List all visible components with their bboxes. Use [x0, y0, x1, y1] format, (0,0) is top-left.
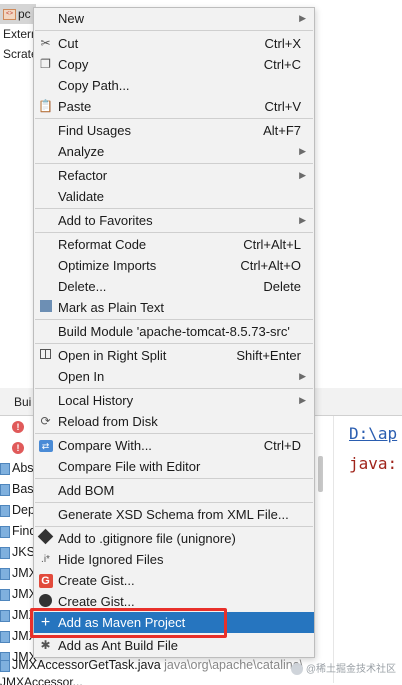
menu-separator	[35, 118, 313, 119]
menu-separator	[35, 388, 313, 389]
menu-separator	[35, 526, 313, 527]
menu-separator	[35, 232, 313, 233]
error-icon: !	[12, 441, 24, 454]
menu-separator	[35, 319, 313, 320]
java-class-icon	[0, 483, 10, 496]
menu-item-add-as-maven-project[interactable]: + Add as Maven Project	[34, 612, 314, 633]
menu-separator	[35, 208, 313, 209]
submenu-arrow-icon: ▶	[299, 170, 306, 180]
git-icon	[37, 528, 54, 546]
menu-item-new[interactable]: New ▶	[34, 8, 314, 29]
java-class-icon	[0, 567, 10, 580]
ant-icon: ✱	[40, 638, 51, 652]
menu-item-add-to-favorites[interactable]: Add to Favorites ▶	[34, 210, 314, 231]
menu-item-validate[interactable]: Validate	[34, 186, 314, 207]
menu-item-reformat-code[interactable]: Reformat Code Ctrl+Alt+L	[34, 234, 314, 255]
java-class-icon	[0, 659, 10, 672]
menu-item-open-in-right-split[interactable]: Open in Right Split Shift+Enter	[34, 345, 314, 366]
menu-separator	[35, 30, 313, 31]
build-tree: ! ! Abs Bas Dep Find JKS JMX JMX JMX JMX…	[0, 416, 37, 683]
list-item[interactable]: JMX	[0, 563, 37, 584]
list-item[interactable]: JKS	[0, 542, 35, 563]
menu-item-compare-file-with-editor[interactable]: Compare File with Editor	[34, 456, 314, 477]
plain-text-icon	[38, 300, 53, 315]
menu-separator	[35, 343, 313, 344]
java-class-icon	[0, 630, 10, 643]
list-item[interactable]: Bas	[0, 479, 34, 500]
submenu-arrow-icon: ▶	[299, 215, 306, 225]
menu-item-hide-ignored-files[interactable]: .i* Hide Ignored Files	[34, 549, 314, 570]
menu-item-delete[interactable]: Delete... Delete	[34, 276, 314, 297]
submenu-arrow-icon: ▶	[299, 395, 306, 405]
menu-item-mark-as-plain-text[interactable]: Mark as Plain Text	[34, 297, 314, 318]
split-icon	[38, 348, 53, 363]
context-menu: New ▶ ✂ Cut Ctrl+X ❐ Copy Ctrl+C Copy Path...…	[33, 7, 315, 658]
watermark-logo-icon	[290, 663, 303, 675]
menu-item-reload-from-disk[interactable]: ⟳ Reload from Disk	[34, 411, 314, 432]
list-item[interactable]: JMX	[0, 605, 37, 626]
paste-icon: 📋	[38, 99, 53, 113]
menu-item-open-in[interactable]: Open In ▶	[34, 366, 314, 387]
watermark: @稀土掘金技术社区	[290, 660, 396, 675]
error-icon: !	[12, 420, 24, 433]
menu-item-local-history[interactable]: Local History ▶	[34, 390, 314, 411]
console-error-text: java:	[349, 454, 398, 473]
menu-item-create-gist-gitlab[interactable]: G Create Gist...	[34, 570, 314, 591]
java-class-icon	[0, 588, 10, 601]
list-item[interactable]: Dep	[0, 500, 35, 521]
cut-icon: ✂	[40, 36, 51, 50]
list-item[interactable]: JMX	[0, 626, 37, 647]
menu-item-cut[interactable]: ✂ Cut Ctrl+X	[34, 33, 314, 54]
java-class-icon	[0, 609, 10, 622]
menu-item-find-usages[interactable]: Find Usages Alt+F7	[34, 120, 314, 141]
build-error-row[interactable]: !	[0, 416, 28, 437]
menu-item-paste[interactable]: 📋 Paste Ctrl+V	[34, 96, 314, 117]
java-class-icon	[0, 462, 10, 475]
reload-icon: ⟳	[40, 414, 51, 428]
github-icon	[38, 594, 53, 609]
xml-file-icon: <>	[3, 9, 16, 21]
menu-item-build-module[interactable]: Build Module 'apache-tomcat-8.5.73-src'	[34, 321, 314, 342]
menu-item-add-as-ant-build-file[interactable]: ✱ Add as Ant Build File	[34, 635, 314, 656]
submenu-arrow-icon: ▶	[299, 146, 306, 156]
menu-item-refactor[interactable]: Refactor ▶	[34, 165, 314, 186]
list-item[interactable]: JMXAccessor...	[0, 675, 83, 685]
menu-item-add-to-gitignore[interactable]: Add to .gitignore file (unignore)	[34, 528, 314, 549]
submenu-arrow-icon: ▶	[299, 13, 306, 23]
list-item[interactable]: Find	[0, 521, 36, 542]
tab-build[interactable]: Bui	[14, 395, 31, 409]
gist-icon: G	[38, 573, 53, 588]
menu-item-analyze[interactable]: Analyze ▶	[34, 141, 314, 162]
menu-item-add-bom[interactable]: Add BOM	[34, 480, 314, 501]
menu-item-copy-path[interactable]: Copy Path...	[34, 75, 314, 96]
ignore-icon: .i*	[41, 554, 50, 565]
java-class-icon	[0, 525, 10, 538]
menu-separator	[35, 478, 313, 479]
java-class-icon	[0, 504, 10, 517]
compare-icon: ⇄	[38, 438, 53, 453]
menu-separator	[35, 502, 313, 503]
menu-separator	[35, 433, 313, 434]
submenu-arrow-icon: ▶	[299, 371, 306, 381]
menu-separator	[35, 163, 313, 164]
list-item[interactable]: Abs	[0, 458, 34, 479]
menu-item-copy[interactable]: ❐ Copy Ctrl+C	[34, 54, 314, 75]
list-item[interactable]: JMX	[0, 584, 37, 605]
build-error-row[interactable]: !	[0, 437, 28, 458]
menu-item-create-gist-github[interactable]: Create Gist...	[34, 591, 314, 612]
menu-item-generate-xsd[interactable]: Generate XSD Schema from XML File...	[34, 504, 314, 525]
project-tree: <> pc Extern Scrate	[0, 0, 38, 390]
menu-item-optimize-imports[interactable]: Optimize Imports Ctrl+Alt+O	[34, 255, 314, 276]
plus-icon: +	[40, 614, 51, 631]
java-class-icon	[0, 546, 10, 559]
list-item[interactable]: JMXAccessorGetTask.java java\org\apache\…	[0, 655, 303, 676]
console-link[interactable]: D:\ap	[349, 424, 397, 443]
tree-item-pom[interactable]: <> pc	[0, 4, 36, 24]
console-output: D:\ap java:	[333, 416, 402, 683]
copy-icon: ❐	[40, 57, 51, 71]
menu-item-compare-with[interactable]: ⇄ Compare With... Ctrl+D	[34, 435, 314, 456]
scrollbar[interactable]	[318, 456, 323, 492]
